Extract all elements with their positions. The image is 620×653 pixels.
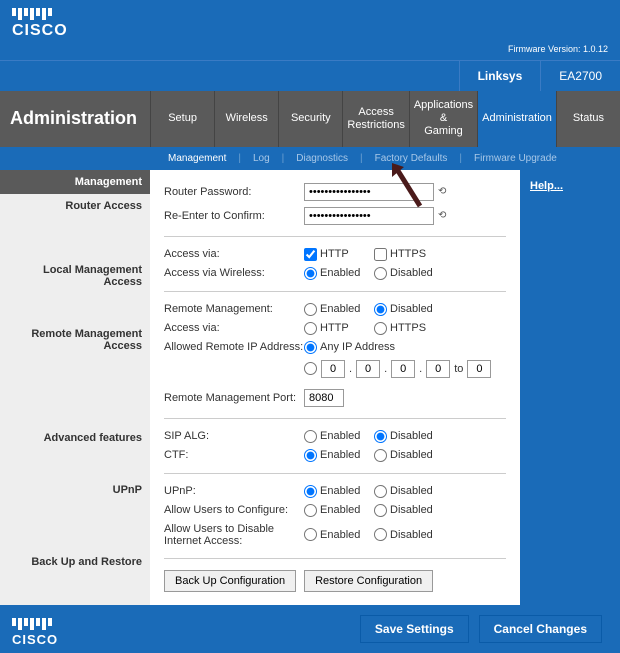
side-local-mgmt: Local Management Access — [0, 258, 150, 294]
ctf-disabled-radio[interactable] — [374, 449, 387, 462]
sip-enabled-radio[interactable] — [304, 430, 317, 443]
remote-https-radio[interactable] — [374, 322, 387, 335]
help-link[interactable]: Help... — [530, 180, 563, 192]
page-title: Administration — [0, 91, 150, 147]
ip-octet-to[interactable] — [467, 360, 491, 378]
side-upnp: UPnP — [0, 478, 150, 502]
ip-octet-4[interactable] — [426, 360, 450, 378]
tab-wireless[interactable]: Wireless — [214, 91, 278, 147]
label-access-wireless: Access via Wireless: — [164, 267, 304, 279]
subtab-factory-defaults[interactable]: Factory Defaults — [367, 153, 456, 164]
side-advanced: Advanced features — [0, 426, 150, 450]
main: Management Router Access Local Managemen… — [0, 170, 620, 605]
label-ctf: CTF: — [164, 449, 304, 461]
wireless-enabled-radio[interactable] — [304, 267, 317, 280]
header: CISCO Firmware Version: 1.0.12 — [0, 0, 620, 60]
model-number: EA2700 — [540, 61, 620, 91]
right-panel: Help... — [520, 170, 620, 605]
label-remote-port: Remote Management Port: — [164, 392, 304, 404]
cancel-button[interactable]: Cancel Changes — [479, 615, 602, 643]
tab-status[interactable]: Status — [556, 91, 620, 147]
config-enabled-radio[interactable] — [304, 504, 317, 517]
subtab-diagnostics[interactable]: Diagnostics — [288, 153, 356, 164]
tab-security[interactable]: Security — [278, 91, 342, 147]
sidebar: Management Router Access Local Managemen… — [0, 170, 150, 605]
tab-administration[interactable]: Administration — [477, 91, 556, 147]
label-allowed-ip: Allowed Remote IP Address: — [164, 341, 304, 353]
content: Router Password: ⟲ Re-Enter to Confirm: … — [150, 170, 520, 605]
subtabs: Management| Log| Diagnostics| Factory De… — [0, 147, 620, 170]
refresh-icon[interactable]: ⟲ — [438, 210, 446, 221]
label-upnp: UPnP: — [164, 485, 304, 497]
cisco-logo-bars — [12, 8, 608, 20]
label-router-password: Router Password: — [164, 186, 304, 198]
ip-range-radio[interactable] — [304, 362, 317, 375]
confirm-password-input[interactable] — [304, 207, 434, 225]
wireless-disabled-radio[interactable] — [374, 267, 387, 280]
ip-octet-2[interactable] — [356, 360, 380, 378]
remote-http-radio[interactable] — [304, 322, 317, 335]
save-button[interactable]: Save Settings — [360, 615, 469, 643]
subtab-management[interactable]: Management — [160, 153, 234, 164]
label-sip-alg: SIP ALG: — [164, 430, 304, 442]
side-remote-mgmt: Remote Management Access — [0, 322, 150, 358]
config-disabled-radio[interactable] — [374, 504, 387, 517]
any-ip-radio[interactable] — [304, 341, 317, 354]
http-checkbox[interactable] — [304, 248, 317, 261]
refresh-icon[interactable]: ⟲ — [438, 186, 446, 197]
ip-octet-3[interactable] — [391, 360, 415, 378]
ctf-enabled-radio[interactable] — [304, 449, 317, 462]
https-checkbox[interactable] — [374, 248, 387, 261]
firmware-version: Firmware Version: 1.0.12 — [508, 44, 608, 54]
backup-button[interactable]: Back Up Configuration — [164, 570, 296, 592]
remote-port-input[interactable] — [304, 389, 344, 407]
ip-octet-1[interactable] — [321, 360, 345, 378]
side-router-access: Router Access — [0, 194, 150, 218]
model-bar: Linksys EA2700 — [0, 60, 620, 91]
disable-enabled-radio[interactable] — [304, 528, 317, 541]
remote-disabled-radio[interactable] — [374, 303, 387, 316]
subtab-log[interactable]: Log — [245, 153, 278, 164]
footer-logo: CISCO — [12, 618, 58, 647]
brand-logo: CISCO — [12, 22, 608, 40]
tab-access-restrictions[interactable]: Access Restrictions — [342, 91, 408, 147]
model-brand: Linksys — [459, 61, 541, 91]
router-password-input[interactable] — [304, 183, 434, 201]
restore-button[interactable]: Restore Configuration — [304, 570, 433, 592]
label-confirm-password: Re-Enter to Confirm: — [164, 210, 304, 222]
tab-setup[interactable]: Setup — [150, 91, 214, 147]
upnp-enabled-radio[interactable] — [304, 485, 317, 498]
label-remote-access-via: Access via: — [164, 322, 304, 334]
subtab-firmware-upgrade[interactable]: Firmware Upgrade — [466, 153, 565, 164]
remote-enabled-radio[interactable] — [304, 303, 317, 316]
tabs-row: Administration Setup Wireless Security A… — [0, 91, 620, 147]
label-allow-config: Allow Users to Configure: — [164, 504, 304, 516]
side-management: Management — [0, 170, 150, 194]
main-tabs: Setup Wireless Security Access Restricti… — [150, 91, 620, 147]
side-backup: Back Up and Restore — [0, 550, 150, 574]
disable-disabled-radio[interactable] — [374, 528, 387, 541]
upnp-disabled-radio[interactable] — [374, 485, 387, 498]
tab-applications-gaming[interactable]: Applications & Gaming — [409, 91, 477, 147]
footer: CISCO Save Settings Cancel Changes — [0, 605, 620, 653]
label-access-via: Access via: — [164, 248, 304, 260]
label-remote-mgmt: Remote Management: — [164, 303, 304, 315]
sip-disabled-radio[interactable] — [374, 430, 387, 443]
label-allow-disable: Allow Users to Disable Internet Access: — [164, 523, 304, 547]
